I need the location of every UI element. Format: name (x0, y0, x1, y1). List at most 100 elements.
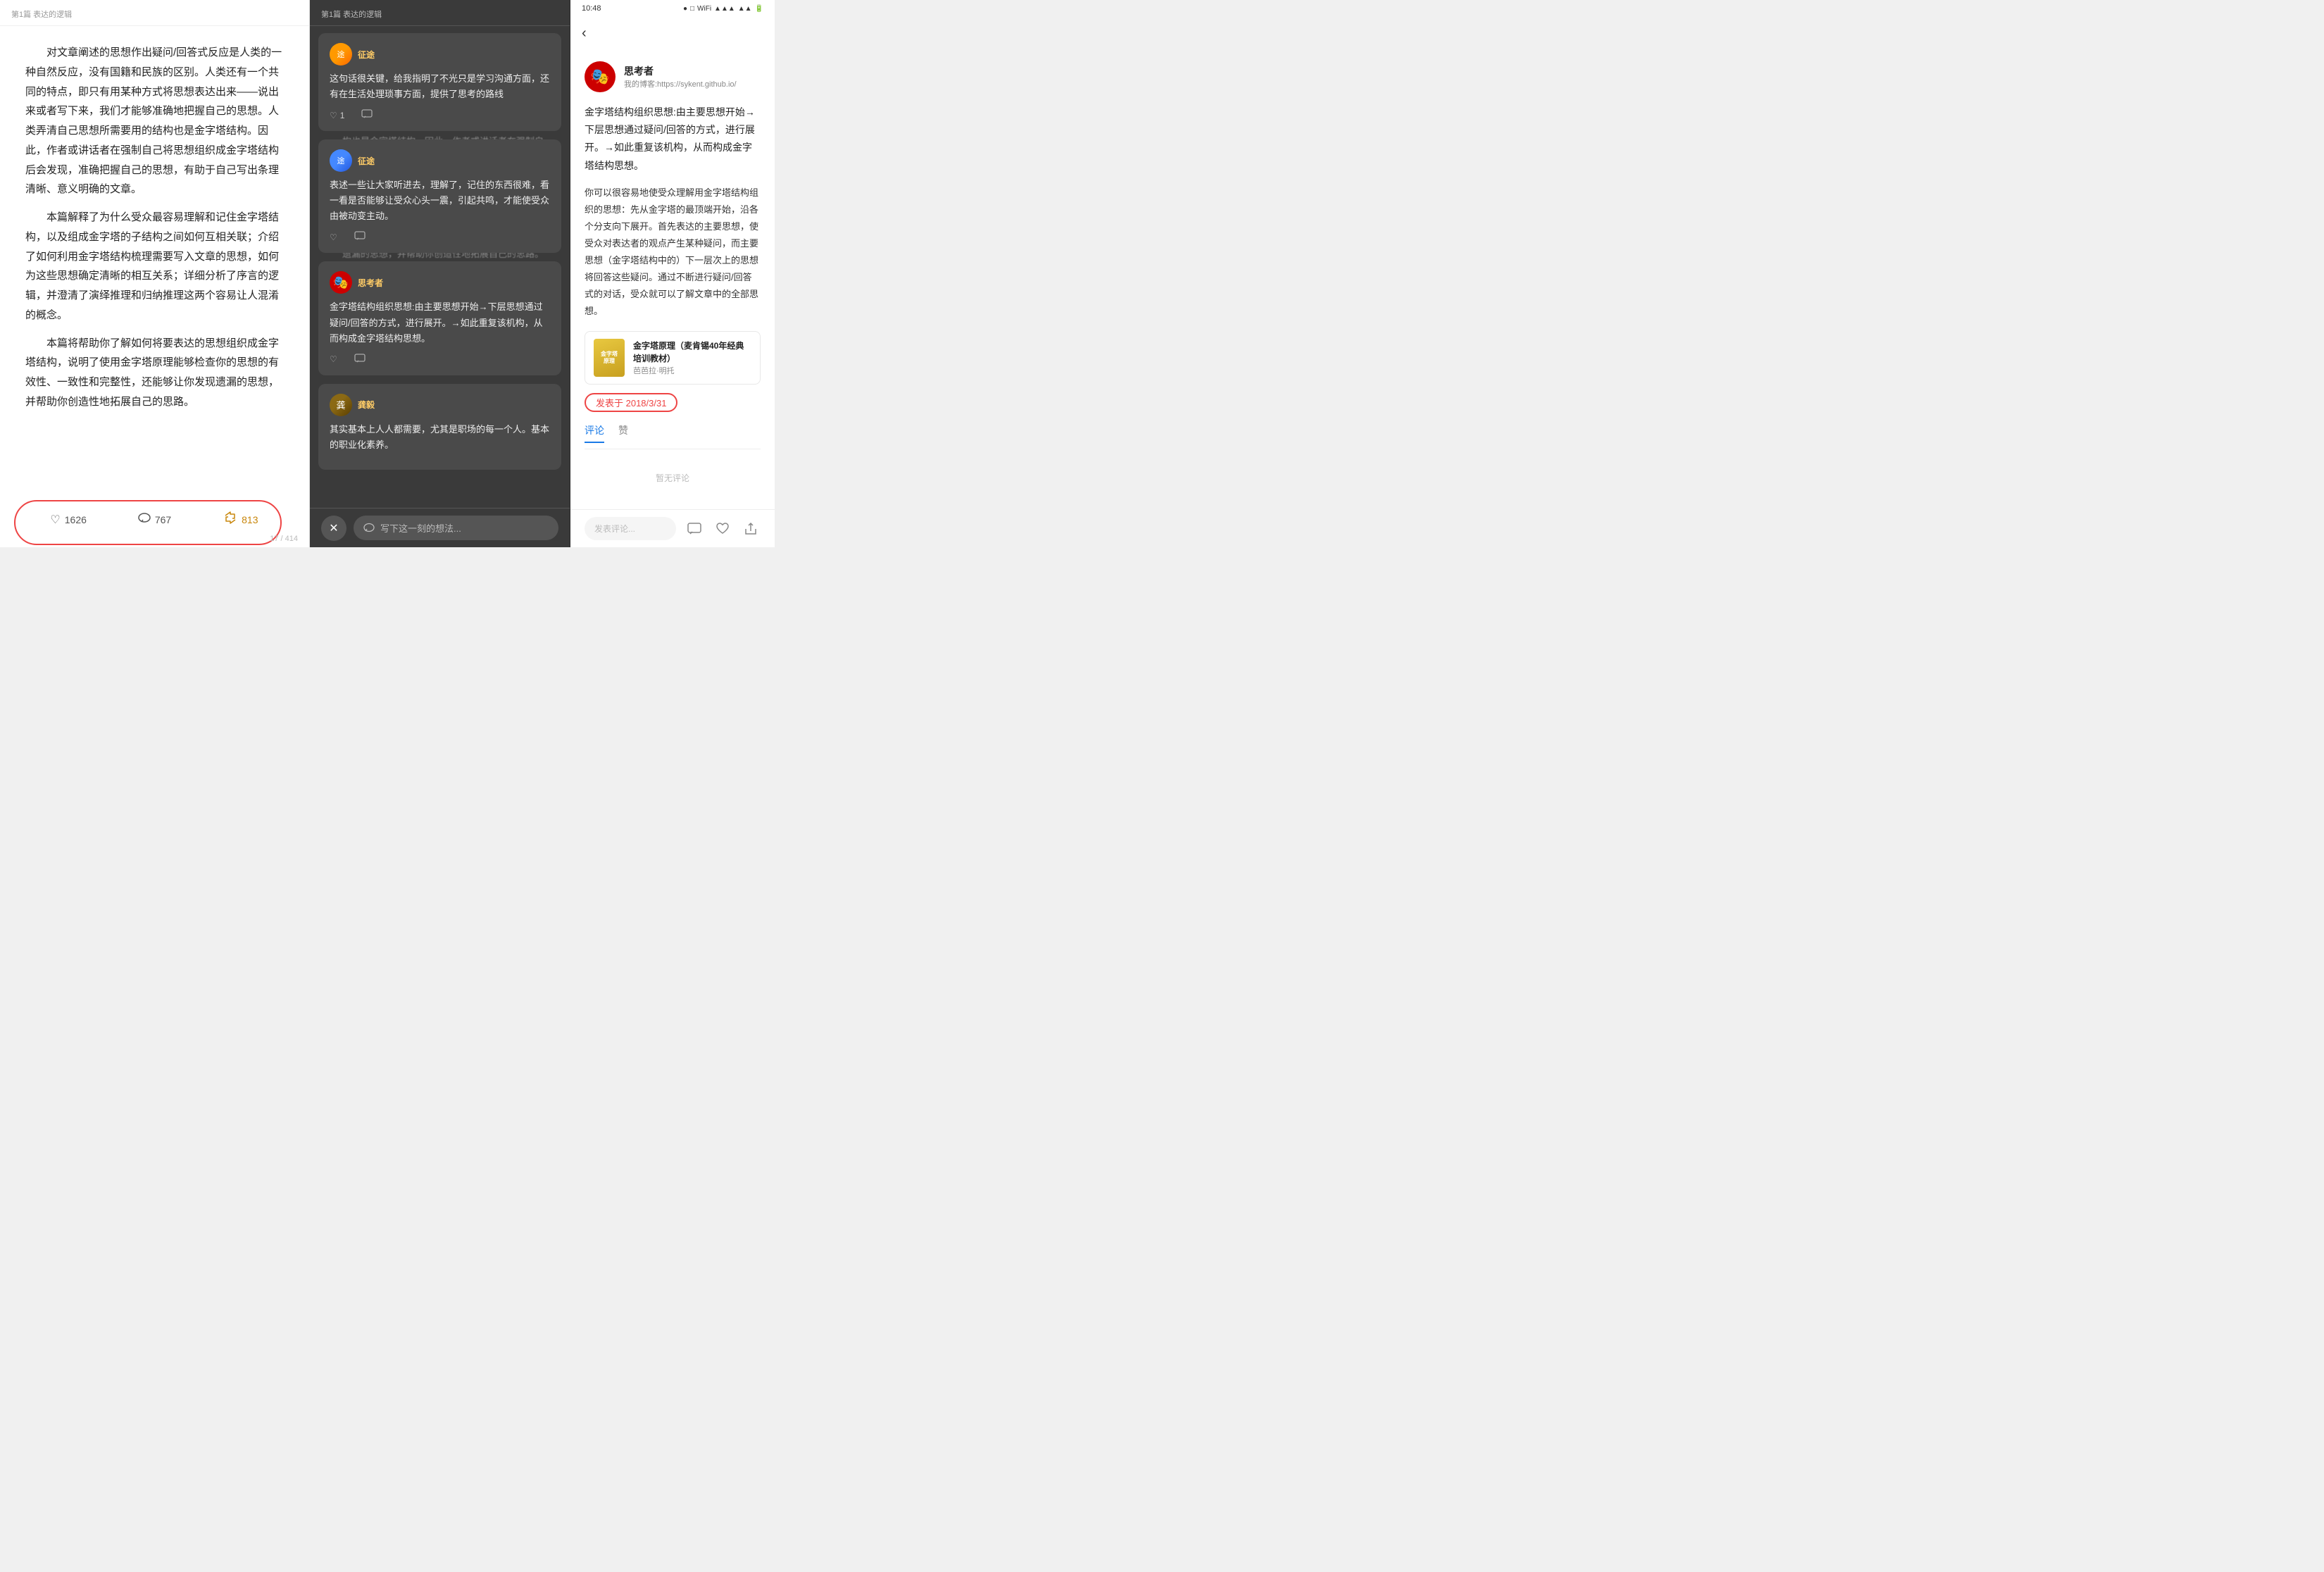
comment-text-3: 金字塔结构组织思想:由主要思想开始→下层思想通过疑问/回答的方式，进行展开。→如… (330, 299, 550, 346)
book-card[interactable]: 金字塔原理 金字塔原理（麦肯锡40年经典培训教材） 芭芭拉·明托 (585, 331, 761, 385)
author-blog[interactable]: 我的博客:https://sykent.github.io/ (624, 78, 737, 89)
heart-icon-1: ♡ (330, 111, 337, 120)
repost-icon (223, 511, 237, 528)
like-num-1: 1 (340, 111, 345, 120)
avatar-1: 途 (330, 43, 352, 66)
username-1: 征途 (358, 49, 375, 61)
comment-actions-2: ♡ (330, 231, 550, 243)
comment-card-1: 途 征途 这句话很关键，给我指明了不光只是学习沟通方面，还有在生活处理琐事方面，… (318, 33, 561, 131)
comment-icon (138, 513, 151, 526)
like-button[interactable]: 1626 (25, 507, 111, 532)
author-info: 思考者 我的博客:https://sykent.github.io/ (624, 64, 737, 89)
heart-icon-2: ♡ (330, 232, 337, 242)
signal-bars-2: ▲▲ (738, 5, 752, 13)
reply-icon-2 (354, 231, 366, 243)
author-row: 🎭 思考者 我的博客:https://sykent.github.io/ (585, 61, 761, 92)
battery-full-icon: 🔋 (755, 5, 763, 13)
comment-input-icon (363, 523, 375, 534)
username-2: 征途 (358, 155, 375, 167)
tab-likes[interactable]: 赞 (618, 423, 628, 443)
avatar-text-3: 🎭 (333, 275, 349, 290)
comment-card-4: 龚 龚毅 其实基本上人人都需要，尤其是职场的每一个人。基本的职业化素养。 (318, 384, 561, 470)
reply-action-2[interactable] (354, 231, 366, 243)
avatar-2: 途 (330, 149, 352, 172)
comment-button[interactable]: 767 (111, 507, 197, 532)
repost-button[interactable]: 813 (198, 506, 284, 533)
signal-bars-1: ▲▲▲ (714, 5, 735, 13)
comment-text-2: 表述一些让大家听进去，理解了，记住的东西很难，看一看是否能够让受众心头一震，引起… (330, 177, 550, 224)
book-cover-text: 金字塔原理 (601, 351, 618, 366)
right-nav: ‹ (570, 17, 775, 50)
article-body: 你可以很容易地使受众理解用金字塔结构组织的思想：先从金字塔的最顶端开始，沿各个分… (585, 185, 761, 320)
signal-icon: □ (690, 5, 694, 13)
tabs-row: 评论 赞 (585, 423, 761, 449)
avatar-3: 🎭 (330, 271, 352, 294)
mid-bottom-bar: ✕ 写下这一刻的想法... (310, 508, 570, 547)
book-cover: 金字塔原理 (594, 339, 625, 377)
page-number: 17 / 414 (270, 535, 298, 543)
book-author: 芭芭拉·明托 (633, 365, 751, 376)
comment-text-4: 其实基本上人人都需要，尤其是职场的每一个人。基本的职业化素养。 (330, 422, 550, 453)
mid-header: 第1篇 表达的逻辑 (310, 0, 570, 26)
comment-header-4: 龚 龚毅 (330, 394, 550, 416)
author-avatar-emoji: 🎭 (590, 68, 609, 86)
repost-count: 813 (242, 514, 258, 525)
right-article-content: 🎭 思考者 我的博客:https://sykent.github.io/ 金字塔… (570, 50, 775, 509)
comment-card-2: 途 征途 表述一些让大家听进去，理解了，记住的东西很难，看一看是否能够让受众心头… (318, 139, 561, 253)
mid-comment-placeholder: 写下这一刻的想法... (380, 521, 461, 535)
article-title: 金字塔结构组织思想:由主要思想开始→下层思想通过疑问/回答的方式，进行展开。→如… (585, 104, 761, 175)
left-header: 第1篇 表达的逻辑 (0, 0, 309, 26)
left-content: 对文章阐述的思想作出疑问/回答式反应是人类的一种自然反应，没有国籍和民族的区别。… (0, 26, 309, 494)
comment-count: 767 (155, 514, 171, 525)
wifi-icon: WiFi (697, 5, 711, 13)
reply-icon-3 (354, 354, 366, 366)
avatar-text-1: 途 (337, 49, 345, 60)
right-bottom-bar: 发表评论... (570, 509, 775, 547)
book-title: 金字塔原理（麦肯锡40年经典培训教材） (633, 339, 751, 365)
mid-comment-input[interactable]: 写下这一刻的想法... (354, 516, 558, 540)
username-3: 思考者 (358, 277, 383, 289)
comment-actions-1: ♡ 1 (330, 109, 550, 121)
like-action-2[interactable]: ♡ (330, 232, 337, 242)
username-4: 龚毅 (358, 399, 375, 411)
battery-icon: ● (683, 5, 687, 13)
tab-comments[interactable]: 评论 (585, 423, 604, 443)
comment-header-1: 途 征途 (330, 43, 550, 66)
left-footer: 1626 767 813 17 / 414 (0, 494, 309, 547)
reply-action-1[interactable] (361, 109, 373, 121)
left-para-1: 对文章阐述的思想作出疑问/回答式反应是人类的一种自然反应，没有国籍和民族的区别。… (25, 43, 284, 199)
no-comment-text: 暂无评论 (585, 458, 761, 498)
left-para-3: 本篇将帮助你了解如何将要表达的思想组织成金字塔结构，说明了使用金字塔原理能够检查… (25, 334, 284, 412)
status-icons: ● □ WiFi ▲▲▲ ▲▲ 🔋 (683, 5, 763, 13)
comment-header-3: 🎭 思考者 (330, 271, 550, 294)
left-panel: 第1篇 表达的逻辑 对文章阐述的思想作出疑问/回答式反应是人类的一种自然反应，没… (0, 0, 310, 547)
author-avatar: 🎭 (585, 61, 616, 92)
heart-icon (50, 513, 60, 527)
comments-overlay: 途 征途 这句话很关键，给我指明了不光只是学习沟通方面，还有在生活处理琐事方面，… (310, 26, 570, 477)
like-action-1[interactable]: ♡ 1 (330, 111, 344, 120)
like-action-3[interactable]: ♡ (330, 354, 337, 364)
share-bottom-icon[interactable] (741, 519, 761, 539)
comment-actions-3: ♡ (330, 354, 550, 366)
comment-card-3: 🎭 思考者 金字塔结构组织思想:由主要思想开始→下层思想通过疑问/回答的方式，进… (318, 261, 561, 375)
back-arrow-icon[interactable]: ‹ (582, 23, 592, 44)
comment-bottom-icon[interactable] (685, 519, 704, 539)
comment-input-right[interactable]: 发表评论... (585, 517, 676, 540)
status-time: 10:48 (582, 4, 601, 13)
book-info: 金字塔原理（麦肯锡40年经典培训教材） 芭芭拉·明托 (633, 339, 751, 376)
right-panel: 10:48 ● □ WiFi ▲▲▲ ▲▲ 🔋 ‹ 🎭 思考者 我的博客:htt… (570, 0, 775, 547)
heart-icon-3: ♡ (330, 354, 337, 364)
publish-date: 发表于 2018/3/31 (585, 393, 677, 412)
avatar-4: 龚 (330, 394, 352, 416)
reply-action-3[interactable] (354, 354, 366, 366)
middle-panel: 第1篇 表达的逻辑 类的一种自然反应，没有国籍和民族的区别。人类 还有一个共同的… (310, 0, 570, 547)
like-count: 1626 (65, 514, 87, 525)
mid-scroll[interactable]: 类的一种自然反应，没有国籍和民族的区别。人类 还有一个共同的特点，即只有用某种方… (310, 26, 570, 547)
heart-bottom-icon[interactable] (713, 519, 732, 539)
left-para-2: 本篇解释了为什么受众最容易理解和记住金字塔结构，以及组成金字塔的子结构之间如何互… (25, 208, 284, 325)
status-bar: 10:48 ● □ WiFi ▲▲▲ ▲▲ 🔋 (570, 0, 775, 17)
reply-icon-1 (361, 109, 373, 121)
close-button[interactable]: ✕ (321, 516, 346, 541)
comment-text-1: 这句话很关键，给我指明了不光只是学习沟通方面，还有在生活处理琐事方面，提供了思考… (330, 71, 550, 102)
avatar-text-4: 龚 (336, 398, 345, 411)
